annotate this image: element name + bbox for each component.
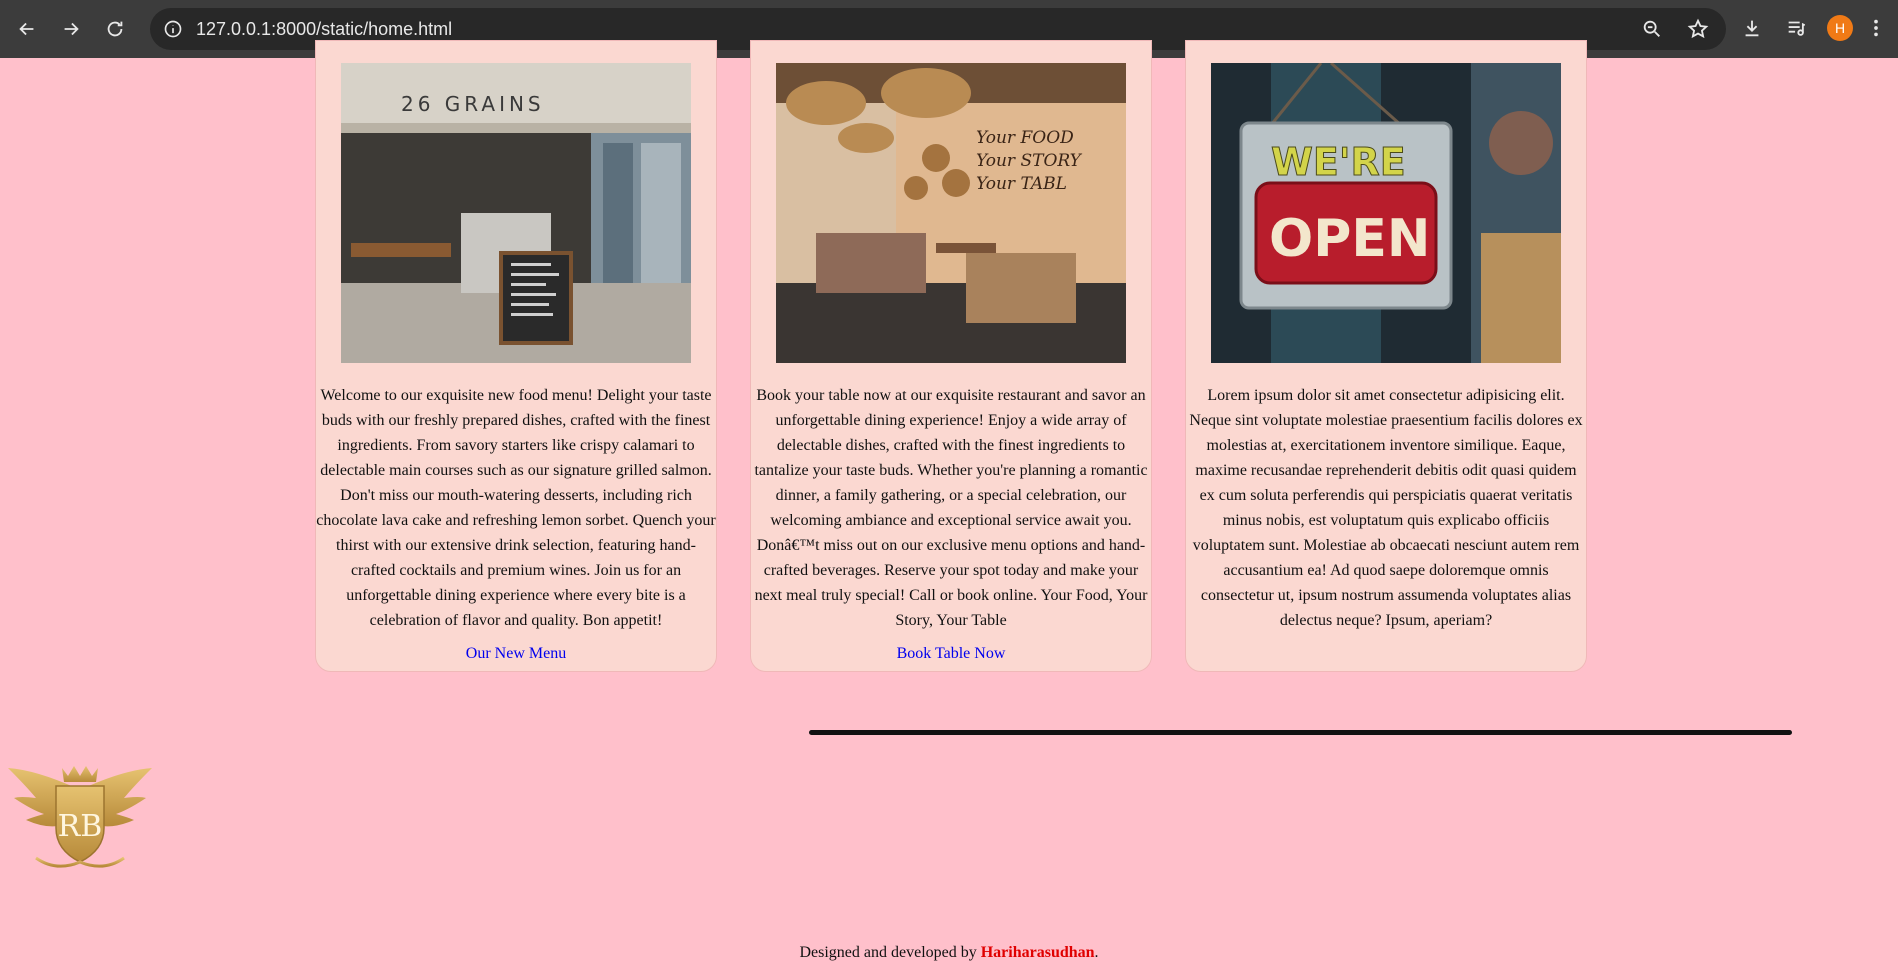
brand-logo: RB [6,758,154,874]
restaurant-interior-image: Your FOOD Your STORY Your TABL [776,63,1126,363]
new-menu-link[interactable]: Our New Menu [316,645,716,663]
site-info-icon[interactable] [158,14,188,44]
arrow-left-icon [19,22,34,36]
zoom-icon[interactable] [1634,11,1670,47]
back-button[interactable] [10,12,44,46]
wall-text-line: Your FOOD [976,128,1074,148]
wall-text-line: Your STORY [976,151,1083,171]
card-book-table: Your FOOD Your STORY Your TABL Book your… [750,40,1152,672]
bookmark-star-icon[interactable] [1680,11,1716,47]
card-description: Welcome to our exquisite new food menu! … [316,387,716,629]
sign-text-line: WE'RE [1271,140,1406,184]
reload-button[interactable] [98,12,132,46]
sign-text-line: OPEN [1269,209,1430,269]
avatar: H [1827,15,1853,41]
card-open-sign: WE'RE OPEN Lorem ipsum dolor sit amet co… [1185,40,1587,672]
footer-prefix: Designed and developed by [799,944,981,961]
media-queue-icon[interactable] [1780,12,1812,44]
site-footer: Designed and developed by Hariharasudhan… [0,944,1898,962]
profile-button[interactable]: H [1824,12,1856,44]
wall-text-line: Your TABL [976,174,1067,194]
logo-monogram: RB [58,809,103,844]
arrow-right-icon [64,22,79,36]
browser-menu-icon[interactable] [1868,12,1884,44]
download-icon[interactable] [1736,12,1768,44]
url-text[interactable]: 127.0.0.1:8000/static/home.html [196,19,1634,40]
restaurant-storefront-image: 26 GRAINS [341,63,691,363]
forward-button[interactable] [54,12,88,46]
book-table-link[interactable]: Book Table Now [751,645,1151,663]
open-sign-image: WE'RE OPEN [1211,63,1561,363]
footer-author: Hariharasudhan [980,944,1095,961]
card-description: Lorem ipsum dolor sit amet consectetur a… [1189,387,1583,629]
storefront-sign: 26 GRAINS [401,92,545,116]
footer-suffix: . [1094,944,1099,961]
reload-icon [107,21,123,37]
card-new-menu: 26 GRAINS Welcome to our exquisite new f… [315,40,717,672]
section-divider [809,730,1792,735]
card-description: Book your table now at our exquisite res… [754,387,1148,629]
